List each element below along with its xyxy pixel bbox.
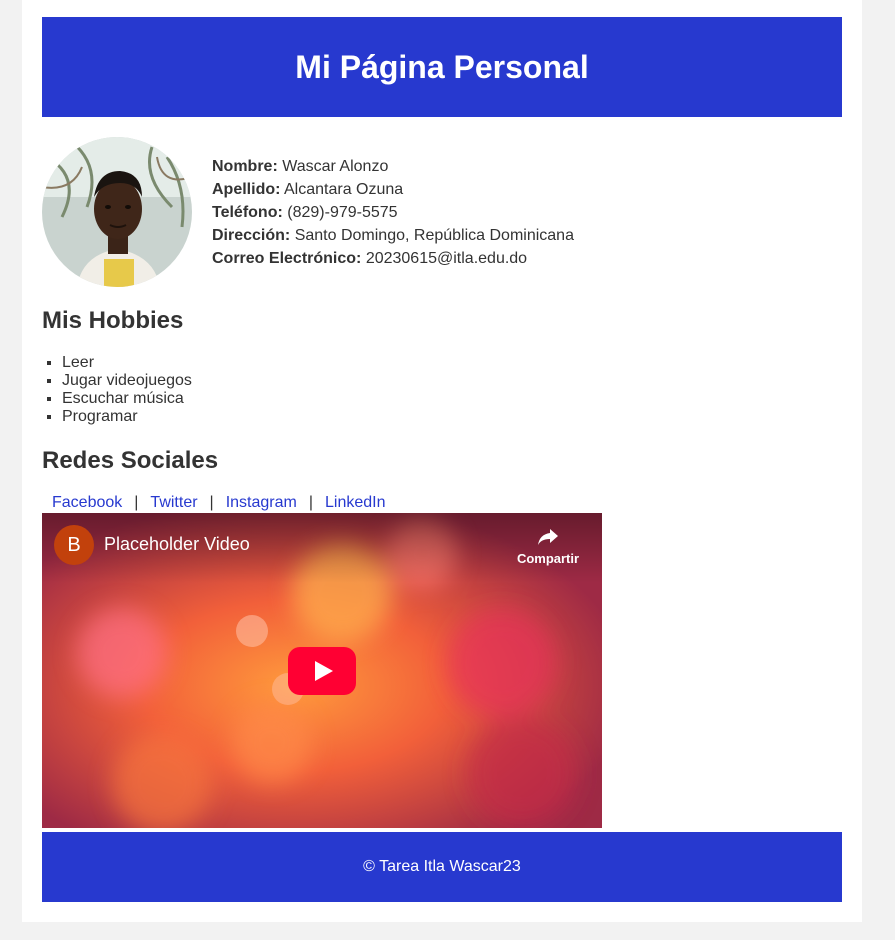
social-links: Facebook | Twitter | Instagram | LinkedIn xyxy=(52,493,386,513)
phone-row: Teléfono: (829)-979-5575 xyxy=(212,201,574,224)
hobbies-title: Mis Hobbies xyxy=(42,307,184,334)
share-button[interactable]: Compartir xyxy=(512,527,584,566)
channel-avatar[interactable]: B xyxy=(54,525,94,565)
separator: | xyxy=(308,494,313,511)
page-title: Mi Página Personal xyxy=(295,48,589,85)
address-value: Santo Domingo, República Dominicana xyxy=(294,227,574,244)
page-footer: © Tarea Itla Wascar23 xyxy=(42,832,842,902)
list-item: Programar xyxy=(62,408,192,426)
surname-row: Apellido: Alcantara Ozuna xyxy=(212,178,574,201)
social-title: Redes Sociales xyxy=(42,447,219,474)
name-label: Nombre: xyxy=(212,158,278,175)
profile-photo xyxy=(42,137,192,287)
profile-section: Nombre: Wascar Alonzo Apellido: Alcantar… xyxy=(42,137,842,287)
play-icon[interactable] xyxy=(288,647,356,695)
address-label: Dirección: xyxy=(212,227,291,244)
address-row: Dirección: Santo Domingo, República Domi… xyxy=(212,224,574,247)
footer-text: © Tarea Itla Wascar23 xyxy=(363,858,521,875)
list-item: Jugar videojuegos xyxy=(62,372,192,390)
name-row: Nombre: Wascar Alonzo xyxy=(212,155,574,178)
list-item: Leer xyxy=(62,354,192,372)
separator: | xyxy=(209,494,214,511)
email-row: Correo Electrónico: 20230615@itla.edu.do xyxy=(212,247,574,270)
page-header: Mi Página Personal xyxy=(42,17,842,117)
phone-value: (829)-979-5575 xyxy=(287,204,398,221)
page-container: Mi Página Personal Nombre: Wascar Alonzo… xyxy=(22,0,862,922)
profile-info: Nombre: Wascar Alonzo Apellido: Alcantar… xyxy=(212,155,574,270)
phone-label: Teléfono: xyxy=(212,204,283,221)
separator: | xyxy=(134,494,139,511)
video-title[interactable]: Placeholder Video xyxy=(104,534,250,555)
email-value: 20230615@itla.edu.do xyxy=(365,250,528,267)
linkedin-link[interactable]: LinkedIn xyxy=(325,494,386,511)
video-player[interactable]: B Placeholder Video Compartir xyxy=(42,513,602,828)
surname-value: Alcantara Ozuna xyxy=(284,181,404,198)
share-label: Compartir xyxy=(516,551,580,566)
name-value: Wascar Alonzo xyxy=(282,158,389,175)
instagram-link[interactable]: Instagram xyxy=(226,494,297,511)
email-label: Correo Electrónico: xyxy=(212,250,362,267)
facebook-link[interactable]: Facebook xyxy=(52,494,122,511)
hobbies-list: Leer Jugar videojuegos Escuchar música P… xyxy=(42,354,192,426)
list-item: Escuchar música xyxy=(62,390,192,408)
share-icon xyxy=(538,529,558,545)
avatar xyxy=(42,137,192,287)
twitter-link[interactable]: Twitter xyxy=(150,494,197,511)
surname-label: Apellido: xyxy=(212,181,281,198)
